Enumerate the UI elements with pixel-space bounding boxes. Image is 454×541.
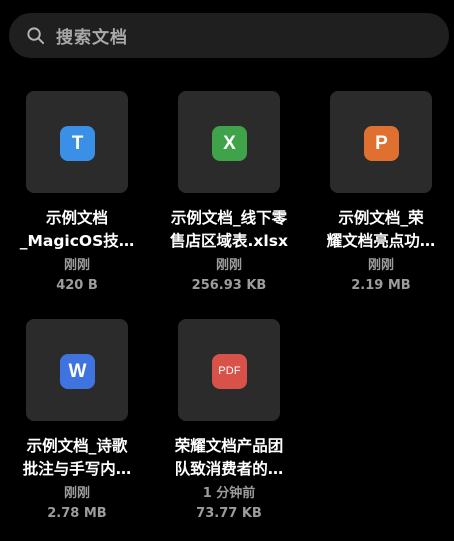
modified-time: 1 分钟前 bbox=[202, 486, 256, 501]
word-file-icon: W bbox=[60, 354, 95, 389]
file-item[interactable]: X 示例文档_线下零 售店区域表.xlsx 刚刚 256.93 KB bbox=[154, 91, 304, 295]
file-size: 420 B bbox=[56, 278, 98, 293]
modified-time: 刚刚 bbox=[63, 258, 90, 273]
file-item[interactable]: P 示例文档_荣 耀文档亮点功… 刚刚 2.19 MB bbox=[306, 91, 454, 295]
file-name: 示例文档_荣 耀文档亮点功… bbox=[326, 209, 436, 250]
file-name: 示例文档_诗歌 批注与手写内… bbox=[22, 437, 132, 478]
search-icon bbox=[26, 26, 45, 45]
file-item[interactable]: W 示例文档_诗歌 批注与手写内… 刚刚 2.78 MB bbox=[2, 319, 152, 523]
powerpoint-file-icon: P bbox=[364, 126, 399, 161]
file-item[interactable]: PDF 荣耀文档产品团 队致消费者的… 1 分钟前 73.77 KB bbox=[154, 319, 304, 523]
text-file-icon: T bbox=[60, 126, 95, 161]
modified-time: 刚刚 bbox=[63, 486, 90, 501]
modified-time: 刚刚 bbox=[367, 258, 394, 273]
file-size: 2.78 MB bbox=[47, 506, 107, 521]
pdf-file-icon: PDF bbox=[212, 354, 247, 389]
search-input[interactable]: 搜索文档 bbox=[56, 23, 128, 48]
file-size: 2.19 MB bbox=[351, 278, 411, 293]
document-thumbnail[interactable]: T bbox=[26, 91, 128, 193]
document-thumbnail[interactable]: P bbox=[330, 91, 432, 193]
file-size: 256.93 KB bbox=[191, 278, 267, 293]
document-thumbnail[interactable]: X bbox=[178, 91, 280, 193]
file-size: 73.77 KB bbox=[196, 506, 262, 521]
document-thumbnail[interactable]: PDF bbox=[178, 319, 280, 421]
file-name: 荣耀文档产品团 队致消费者的… bbox=[174, 437, 284, 478]
file-name: 示例文档 _MagicOS技… bbox=[19, 209, 135, 250]
file-item[interactable]: T 示例文档 _MagicOS技… 刚刚 420 B bbox=[2, 91, 152, 295]
search-bar[interactable]: 搜索文档 bbox=[9, 13, 449, 58]
document-thumbnail[interactable]: W bbox=[26, 319, 128, 421]
file-name: 示例文档_线下零 售店区域表.xlsx bbox=[170, 209, 288, 250]
excel-file-icon: X bbox=[212, 126, 247, 161]
modified-time: 刚刚 bbox=[215, 258, 242, 273]
